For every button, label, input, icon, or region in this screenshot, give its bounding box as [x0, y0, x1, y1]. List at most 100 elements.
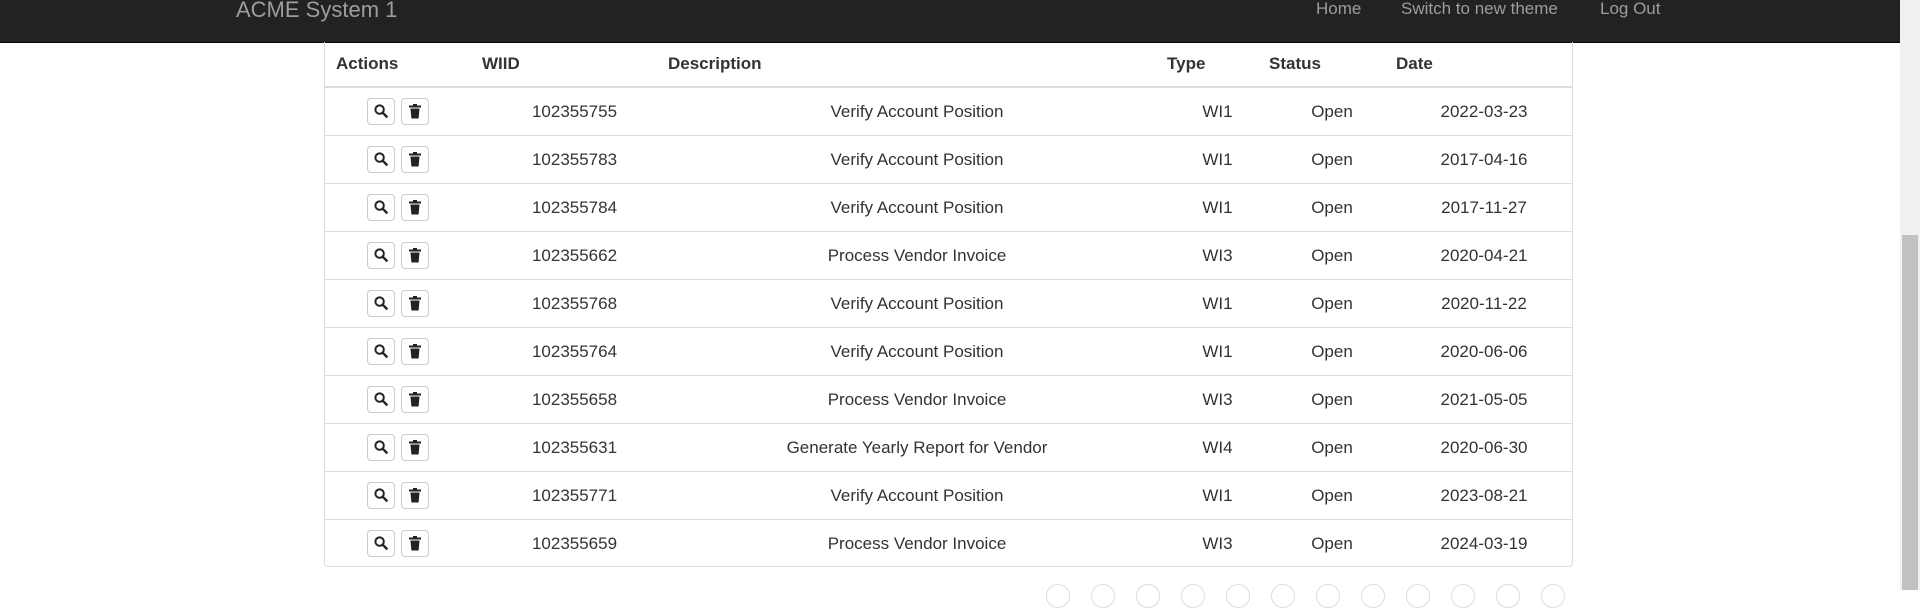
pagination-button[interactable]	[1271, 584, 1295, 608]
work-items-table: Actions WIID Description Type Status Dat…	[324, 42, 1573, 567]
header-wiid[interactable]: WIID	[482, 54, 520, 74]
nav-link-logout[interactable]: Log Out	[1600, 0, 1661, 21]
cell-status: Open	[1311, 534, 1353, 553]
scrollbar-thumb[interactable]	[1902, 235, 1918, 590]
brand-title[interactable]: ACME System 1	[236, 0, 397, 24]
table-row: 102355755 Verify Account Position WI1 Open 2…	[325, 88, 1572, 136]
cell-wiid: 102355755	[531, 102, 618, 121]
table-row: 102355771 Verify Account Position WI1 Open 2…	[325, 472, 1572, 520]
cell-wiid: 102355768	[531, 294, 618, 313]
table-row: 102355658 Process Vendor Invoice WI3 Open 20…	[325, 376, 1572, 424]
cell-wiid: 102355784	[531, 198, 618, 217]
cell-date: 2020-06-06	[1440, 342, 1528, 361]
pagination-button[interactable]	[1496, 584, 1520, 608]
cell-status: Open	[1311, 294, 1353, 313]
pagination-button[interactable]	[1406, 584, 1430, 608]
cell-status: Open	[1311, 438, 1353, 457]
delete-button[interactable]	[401, 98, 429, 125]
cell-wiid: 102355631	[531, 438, 618, 457]
delete-button[interactable]	[401, 146, 429, 173]
pagination-button[interactable]	[1226, 584, 1250, 608]
cell-type: WI3	[1202, 390, 1233, 409]
view-button[interactable]	[367, 98, 395, 125]
cell-type: WI1	[1202, 342, 1233, 361]
pagination-button[interactable]	[1046, 584, 1070, 608]
cell-status: Open	[1311, 342, 1353, 361]
view-button[interactable]	[367, 194, 395, 221]
delete-button[interactable]	[401, 242, 429, 269]
table-row: 102355631 Generate Yearly Report for Vend…	[325, 424, 1572, 472]
delete-button[interactable]	[401, 290, 429, 317]
cell-description: Process Vendor Invoice	[827, 534, 1007, 553]
cell-date: 2021-05-05	[1440, 390, 1528, 409]
top-navbar: ACME System 1 Home Switch to new theme L…	[0, 0, 1900, 43]
cell-wiid: 102355771	[531, 486, 618, 505]
cell-status: Open	[1311, 150, 1353, 169]
header-actions: Actions	[336, 54, 399, 73]
delete-button[interactable]	[401, 530, 429, 557]
cell-date: 2020-11-22	[1441, 294, 1527, 313]
view-button[interactable]	[367, 530, 395, 557]
nav-link-switch-theme[interactable]: Switch to new theme	[1401, 0, 1558, 21]
pagination-button[interactable]	[1181, 584, 1205, 608]
delete-button[interactable]	[401, 386, 429, 413]
table-row: 102355768 Verify Account Position WI1 Open 2…	[325, 280, 1572, 328]
nav-link-home[interactable]: Home	[1316, 0, 1361, 21]
cell-description: Verify Account Position	[830, 294, 1004, 313]
header-description[interactable]: Description	[668, 54, 762, 74]
cell-type: WI1	[1202, 102, 1233, 121]
cell-date: 2022-03-23	[1440, 102, 1528, 121]
table-row: 102355662 Process Vendor Invoice WI3 Open 20…	[325, 232, 1572, 280]
delete-button[interactable]	[401, 338, 429, 365]
view-button[interactable]	[367, 146, 395, 173]
pagination-button[interactable]	[1136, 584, 1160, 608]
cell-date: 2023-08-21	[1440, 486, 1528, 505]
cell-wiid: 102355662	[531, 246, 618, 265]
pagination-button[interactable]	[1361, 584, 1385, 608]
pagination-button[interactable]	[1316, 584, 1340, 608]
table-row: 102355659 Process Vendor Invoice WI3 Open 20…	[325, 520, 1572, 568]
view-button[interactable]	[367, 242, 395, 269]
cell-description: Verify Account Position	[830, 198, 1004, 217]
cell-type: WI1	[1202, 150, 1233, 169]
pagination-button[interactable]	[1091, 584, 1115, 608]
table-row: 102355764 Verify Account Position WI1 Open 2…	[325, 328, 1572, 376]
cell-type: WI3	[1202, 246, 1233, 265]
cell-description: Verify Account Position	[830, 150, 1004, 169]
cell-description: Verify Account Position	[830, 486, 1004, 505]
cell-wiid: 102355658	[531, 390, 618, 409]
header-type[interactable]: Type	[1167, 54, 1205, 74]
cell-type: WI1	[1202, 198, 1233, 217]
cell-date: 2024-03-19	[1440, 534, 1528, 553]
cell-type: WI1	[1202, 486, 1233, 505]
cell-type: WI4	[1202, 438, 1233, 457]
header-date[interactable]: Date	[1396, 54, 1433, 74]
cell-description: Verify Account Position	[830, 102, 1004, 121]
pagination-button[interactable]	[1451, 584, 1475, 608]
cell-status: Open	[1311, 390, 1353, 409]
cell-status: Open	[1311, 486, 1353, 505]
cell-wiid: 102355659	[531, 534, 618, 553]
cell-description: Process Vendor Invoice	[827, 246, 1007, 265]
view-button[interactable]	[367, 482, 395, 509]
cell-status: Open	[1311, 198, 1353, 217]
table-row: 102355784 Verify Account Position WI1 Open 2…	[325, 184, 1572, 232]
view-button[interactable]	[367, 434, 395, 461]
cell-date: 2017-04-16	[1440, 150, 1528, 169]
cell-status: Open	[1311, 246, 1353, 265]
view-button[interactable]	[367, 290, 395, 317]
cell-type: WI3	[1202, 534, 1233, 553]
delete-button[interactable]	[401, 434, 429, 461]
delete-button[interactable]	[401, 482, 429, 509]
pagination-button[interactable]	[1541, 584, 1565, 608]
cell-wiid: 102355764	[531, 342, 618, 361]
header-status[interactable]: Status	[1269, 54, 1321, 74]
delete-button[interactable]	[401, 194, 429, 221]
cell-wiid: 102355783	[531, 150, 618, 169]
cell-description: Verify Account Position	[830, 342, 1004, 361]
cell-date: 2020-04-21	[1440, 246, 1528, 265]
view-button[interactable]	[367, 338, 395, 365]
view-button[interactable]	[367, 386, 395, 413]
cell-date: 2020-06-30	[1440, 438, 1528, 457]
cell-type: WI1	[1202, 294, 1233, 313]
